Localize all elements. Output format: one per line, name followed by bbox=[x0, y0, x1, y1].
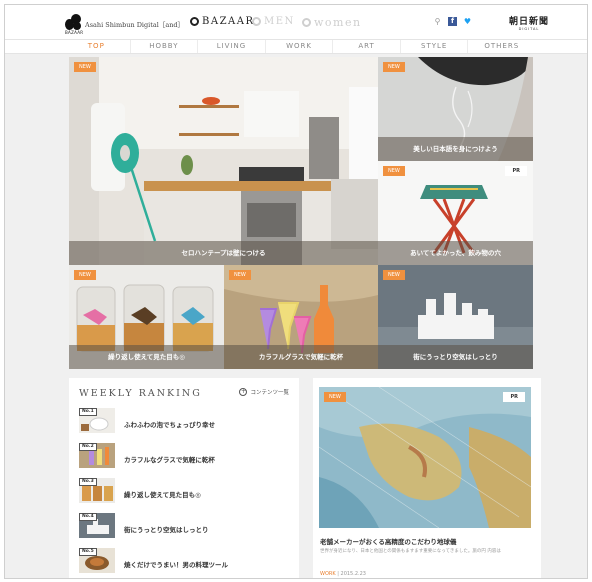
ranking-item-title: ふわふわの泡でちょっぴり幸せ bbox=[124, 421, 215, 429]
featured-title[interactable]: 老舗メーカーがおくる高精度のこだわり地球儀 bbox=[320, 536, 456, 546]
content-list-label: コンテンツ一覧 bbox=[250, 390, 289, 396]
new-badge: NEW bbox=[324, 392, 346, 402]
rank-number: No.1 bbox=[79, 408, 97, 416]
article-tile[interactable]: NEW PR あいててよかった、飲み物の穴 bbox=[378, 161, 533, 265]
nav-item-others[interactable]: OTHERS bbox=[467, 40, 535, 53]
ranking-title: WEEKLY RANKING bbox=[79, 388, 202, 399]
header: BAZAAR Asahi Shimbun Digital［and］ BAZAAR… bbox=[5, 5, 587, 39]
featured-meta: WORK | 2015.2.23 bbox=[320, 571, 366, 577]
rank-number: No.2 bbox=[79, 443, 97, 451]
nav-item-top[interactable]: TOP bbox=[63, 40, 130, 53]
nav-item-work[interactable]: WORK bbox=[264, 40, 333, 53]
nav-item-living[interactable]: LIVING bbox=[197, 40, 265, 53]
ranking-item-title: カラフルなグラスで気軽に乾杯 bbox=[124, 456, 215, 464]
weekly-ranking: WEEKLY RANKING + コンテンツ一覧 No.1 ふわふわの泡でちょっ… bbox=[69, 378, 299, 578]
content-list-link[interactable]: + コンテンツ一覧 bbox=[239, 388, 289, 396]
tile-caption: セロハンテープは壁につける bbox=[69, 241, 378, 265]
brand-link-bazaar[interactable]: BAZAAR bbox=[190, 16, 255, 27]
rank-number: No.4 bbox=[79, 513, 97, 521]
featured-description: 世界が身近になり、日本と他国との関係もますます重要になってきました。旅の円 内容… bbox=[320, 549, 501, 554]
brand-label: MEN bbox=[264, 16, 295, 27]
ranking-item[interactable]: No.5 焼くだけでうまい！男の料理ツール bbox=[79, 548, 294, 578]
pr-badge: PR bbox=[503, 392, 525, 402]
brand-circle-icon bbox=[302, 18, 311, 27]
ranking-item[interactable]: No.2 カラフルなグラスで気軽に乾杯 bbox=[79, 443, 294, 478]
ranking-item[interactable]: No.4 街にうっとり空気はしっとり bbox=[79, 513, 294, 548]
ranking-item-title: 焼くだけでうまい！男の料理ツール bbox=[124, 561, 228, 569]
newspaper-name: 朝日新聞 bbox=[509, 17, 550, 27]
article-tile[interactable]: NEW セロハンテープは壁につける bbox=[69, 57, 378, 265]
pr-badge: PR bbox=[505, 166, 527, 176]
new-badge: NEW bbox=[74, 62, 96, 72]
twitter-icon[interactable]: ♥ bbox=[463, 17, 472, 26]
tile-caption: あいててよかった、飲み物の穴 bbox=[378, 241, 533, 265]
new-badge: NEW bbox=[229, 270, 251, 280]
article-tile[interactable]: NEW 街にうっとり空気はしっとり bbox=[378, 265, 533, 369]
logo-caption: BAZAAR bbox=[65, 30, 84, 35]
brand-circle-icon bbox=[252, 17, 261, 26]
asahi-digital-logo[interactable]: 朝日新聞 DIGITAL bbox=[509, 14, 549, 31]
article-tile[interactable]: NEW 美しい日本語を身につけよう bbox=[378, 57, 533, 161]
tile-caption: 街にうっとり空気はしっとり bbox=[378, 345, 533, 369]
article-tile[interactable]: NEW カラフルグラスで気軽に乾杯 bbox=[224, 265, 378, 369]
ranking-item[interactable]: No.3 繰り返し使えて見た目も◎ bbox=[79, 478, 294, 513]
publish-date: 2015.2.23 bbox=[340, 571, 366, 577]
brand-link-men[interactable]: MEN bbox=[252, 16, 295, 27]
category-label[interactable]: WORK bbox=[320, 571, 336, 577]
rank-number: No.5 bbox=[79, 548, 97, 556]
nav-item-art[interactable]: ART bbox=[332, 40, 400, 53]
tile-caption: 繰り返し使えて見た目も◎ bbox=[69, 345, 224, 369]
new-badge: NEW bbox=[383, 62, 405, 72]
plus-circle-icon: + bbox=[239, 388, 248, 396]
kitchen-photo bbox=[69, 57, 378, 265]
page-frame: BAZAAR Asahi Shimbun Digital［and］ BAZAAR… bbox=[4, 4, 588, 579]
search-icon[interactable]: ⚲ bbox=[433, 17, 442, 26]
brand-label: BAZAAR bbox=[202, 16, 255, 27]
ranking-item-title: 街にうっとり空気はしっとり bbox=[124, 526, 209, 534]
tile-caption: 美しい日本語を身につけよう bbox=[378, 137, 533, 161]
rank-number: No.3 bbox=[79, 478, 97, 486]
brand-link-women[interactable]: women bbox=[302, 16, 362, 29]
nav-item-hobby[interactable]: HOBBY bbox=[129, 40, 198, 53]
brand-circle-icon bbox=[190, 17, 199, 26]
brand-label: women bbox=[314, 16, 362, 29]
social-links: ⚲ f ♥ bbox=[433, 17, 472, 26]
new-badge: NEW bbox=[383, 270, 405, 280]
nav-item-style[interactable]: STYLE bbox=[399, 40, 468, 53]
tile-caption: カラフルグラスで気軽に乾杯 bbox=[224, 345, 378, 369]
new-badge: NEW bbox=[383, 166, 405, 176]
article-tile[interactable]: NEW 繰り返し使えて見た目も◎ bbox=[69, 265, 224, 369]
newspaper-sub: DIGITAL bbox=[518, 27, 540, 31]
facebook-icon[interactable]: f bbox=[448, 17, 457, 26]
ranking-item[interactable]: No.1 ふわふわの泡でちょっぴり幸せ bbox=[79, 408, 294, 443]
bazaar-logo-icon[interactable] bbox=[65, 14, 81, 30]
category-nav: TOP HOBBY LIVING WORK ART STYLE OTHERS bbox=[5, 39, 587, 54]
featured-article[interactable]: NEW PR 老舗メーカーがおくる高精度のこだわり地球儀 世界が身近になり、日本… bbox=[313, 378, 541, 578]
ranking-list: No.1 ふわふわの泡でちょっぴり幸せ No.2 カラフルなグラスで気軽に乾杯 … bbox=[79, 408, 294, 578]
site-name[interactable]: Asahi Shimbun Digital［and］ bbox=[85, 19, 184, 29]
ranking-item-title: 繰り返し使えて見た目も◎ bbox=[124, 491, 201, 499]
new-badge: NEW bbox=[74, 270, 96, 280]
globe-photo: NEW PR bbox=[319, 387, 531, 528]
